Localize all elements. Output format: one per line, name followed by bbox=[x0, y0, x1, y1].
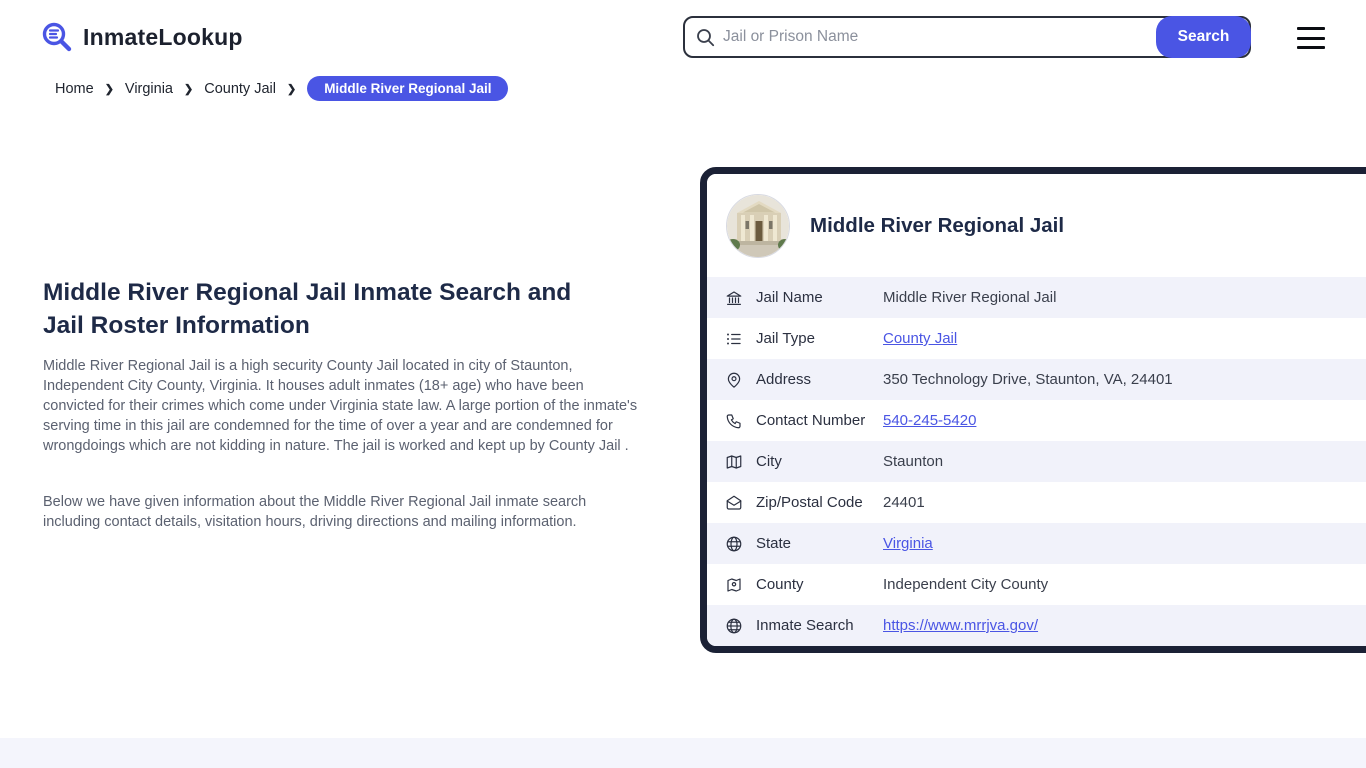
breadcrumb-link-county-jail[interactable]: County Jail bbox=[204, 81, 276, 97]
row-label: City bbox=[756, 453, 883, 470]
card-title: Middle River Regional Jail bbox=[810, 214, 1064, 238]
row-label: State bbox=[756, 535, 883, 552]
site-logo[interactable]: InmateLookup bbox=[40, 20, 243, 54]
footer-strip bbox=[0, 738, 1366, 768]
jail-building-photo bbox=[726, 194, 790, 258]
row-value-link[interactable]: 540-245-5420 bbox=[883, 412, 976, 429]
search-icon bbox=[696, 28, 715, 47]
info-row-jail-name: Jail NameMiddle River Regional Jail bbox=[707, 277, 1366, 318]
row-value: Staunton bbox=[883, 453, 943, 470]
row-value: 540-245-5420 bbox=[883, 412, 976, 429]
info-row-county: CountyIndependent City County bbox=[707, 564, 1366, 605]
map-icon bbox=[725, 453, 743, 471]
row-label: Inmate Search bbox=[756, 617, 883, 634]
jail-info-card: Middle River Regional Jail Jail NameMidd… bbox=[700, 167, 1366, 653]
row-label: Address bbox=[756, 371, 883, 388]
row-value: Independent City County bbox=[883, 576, 1048, 593]
row-value: 350 Technology Drive, Staunton, VA, 2440… bbox=[883, 371, 1173, 388]
info-row-inmate-search: Inmate Searchhttps://www.mrrjva.gov/ bbox=[707, 605, 1366, 646]
location-pin-icon bbox=[725, 371, 743, 389]
breadcrumb-current-badge: Middle River Regional Jail bbox=[307, 76, 508, 101]
page: InmateLookup Search Home ❯ Virginia ❯ County… bbox=[0, 0, 1366, 768]
info-paragraph: Below we have given information about th… bbox=[43, 492, 623, 532]
row-value: Virginia bbox=[883, 535, 933, 552]
row-label: Jail Name bbox=[756, 289, 883, 306]
chevron-right-icon: ❯ bbox=[184, 83, 193, 96]
map-marker-icon bbox=[725, 576, 743, 594]
mail-icon bbox=[725, 494, 743, 512]
row-value: County Jail bbox=[883, 330, 957, 347]
info-row-contact-number: Contact Number540-245-5420 bbox=[707, 400, 1366, 441]
row-value: Middle River Regional Jail bbox=[883, 289, 1056, 306]
row-label: Zip/Postal Code bbox=[756, 494, 883, 511]
page-title: Middle River Regional Jail Inmate Search… bbox=[43, 276, 618, 342]
info-row-city: CityStaunton bbox=[707, 441, 1366, 482]
web-icon bbox=[725, 617, 743, 635]
chevron-right-icon: ❯ bbox=[105, 83, 114, 96]
row-value-link[interactable]: County Jail bbox=[883, 330, 957, 347]
info-row-jail-type: Jail TypeCounty Jail bbox=[707, 318, 1366, 359]
globe-icon bbox=[725, 535, 743, 553]
search-button[interactable]: Search bbox=[1156, 16, 1251, 58]
breadcrumb: Home ❯ Virginia ❯ County Jail ❯ Middle River R… bbox=[55, 76, 508, 101]
info-row-address: Address350 Technology Drive, Staunton, V… bbox=[707, 359, 1366, 400]
magnifier-with-lines-icon bbox=[40, 20, 74, 54]
card-header: Middle River Regional Jail bbox=[707, 174, 1366, 277]
row-value: https://www.mrrjva.gov/ bbox=[883, 617, 1038, 634]
row-value-link[interactable]: https://www.mrrjva.gov/ bbox=[883, 617, 1038, 634]
row-label: Contact Number bbox=[756, 412, 883, 429]
search-bar: Search bbox=[683, 16, 1251, 58]
info-row-zip-postal-code: Zip/Postal Code24401 bbox=[707, 482, 1366, 523]
phone-icon bbox=[725, 412, 743, 430]
row-value: 24401 bbox=[883, 494, 925, 511]
jail-info-table: Jail NameMiddle River Regional JailJail … bbox=[707, 277, 1366, 646]
list-icon bbox=[725, 330, 743, 348]
chevron-right-icon: ❯ bbox=[287, 83, 296, 96]
bank-icon bbox=[725, 289, 743, 307]
breadcrumb-link-virginia[interactable]: Virginia bbox=[125, 81, 173, 97]
row-label: County bbox=[756, 576, 883, 593]
hamburger-menu-icon[interactable] bbox=[1297, 27, 1325, 49]
row-label: Jail Type bbox=[756, 330, 883, 347]
logo-text: InmateLookup bbox=[83, 24, 243, 51]
breadcrumb-link-home[interactable]: Home bbox=[55, 81, 94, 97]
info-row-state: StateVirginia bbox=[707, 523, 1366, 564]
row-value-link[interactable]: Virginia bbox=[883, 535, 933, 552]
intro-paragraph: Middle River Regional Jail is a high sec… bbox=[43, 356, 639, 456]
